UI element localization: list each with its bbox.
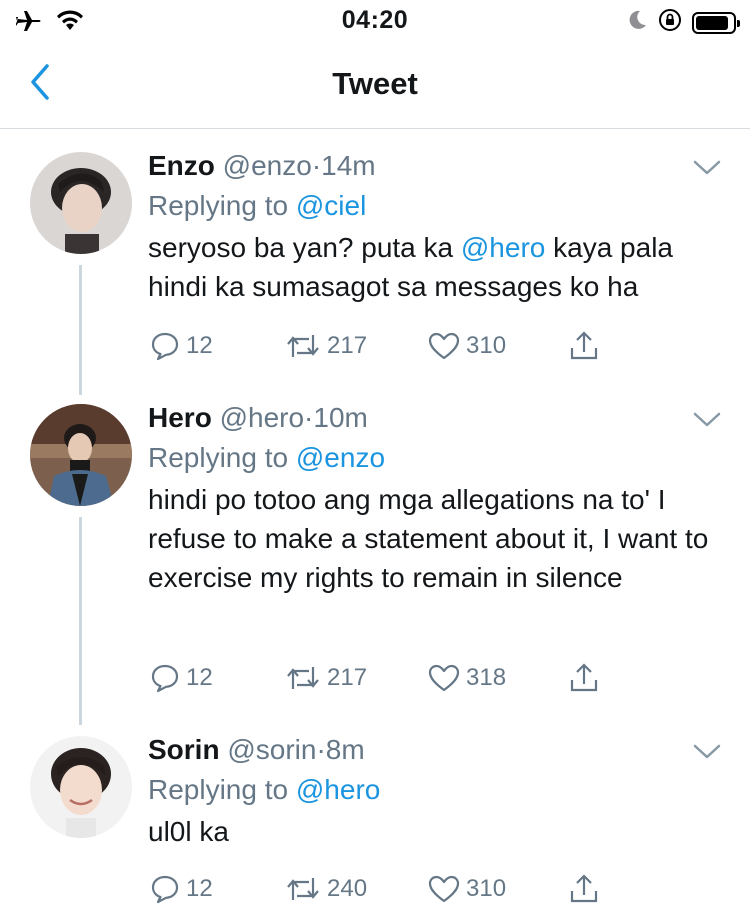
tweet-text: ul0l ka	[148, 812, 726, 851]
avatar[interactable]	[30, 404, 132, 506]
tweet-header: Hero @hero·10m	[148, 400, 726, 436]
timestamp[interactable]: 10m	[313, 402, 367, 433]
replying-to: Replying to @ciel	[148, 188, 726, 224]
share-button[interactable]	[568, 871, 600, 907]
share-button[interactable]	[568, 660, 600, 696]
like-count: 310	[466, 332, 507, 359]
retweet-icon	[285, 874, 321, 904]
display-name[interactable]: Sorin	[148, 734, 220, 765]
tweet-content: Enzo @enzo·14m Replying to @ciel seryoso…	[148, 148, 726, 306]
tweet-text-part: ul0l ka	[148, 816, 229, 847]
retweet-icon	[285, 663, 321, 693]
retweet-button[interactable]: 240	[285, 871, 367, 907]
retweet-count: 217	[327, 332, 368, 359]
username[interactable]: @sorin	[227, 734, 316, 765]
avatar[interactable]	[30, 152, 132, 254]
like-count: 318	[466, 664, 507, 691]
retweet-icon	[285, 331, 321, 361]
reply-icon	[150, 874, 180, 904]
reply-icon	[150, 331, 180, 361]
separator: ·	[304, 402, 314, 433]
tweet-content: Hero @hero·10m Replying to @enzo hindi p…	[148, 400, 726, 597]
tweet-text: hindi po totoo ang mga allegations na to…	[148, 480, 726, 597]
like-button[interactable]: 310	[428, 328, 506, 364]
display-name[interactable]: Enzo	[148, 150, 215, 181]
reply-count: 12	[186, 664, 213, 691]
like-count: 310	[466, 875, 507, 902]
like-button[interactable]: 318	[428, 660, 506, 696]
share-icon	[568, 662, 600, 694]
share-icon	[568, 330, 600, 362]
reply-count: 12	[186, 875, 213, 902]
action-bar: 12 217 310	[150, 328, 610, 364]
avatar[interactable]	[30, 736, 132, 838]
status-bar: 04:20	[0, 0, 750, 44]
heart-icon	[428, 331, 460, 361]
heart-icon	[428, 663, 460, 693]
tweet[interactable]: Hero @hero·10m Replying to @enzo hindi p…	[0, 392, 750, 722]
display-name[interactable]: Hero	[148, 402, 212, 433]
tweet[interactable]: Enzo @enzo·14m Replying to @ciel seryoso…	[0, 140, 750, 390]
retweet-button[interactable]: 217	[285, 328, 367, 364]
heart-icon	[428, 874, 460, 904]
chevron-down-icon[interactable]	[692, 410, 722, 430]
chevron-down-icon[interactable]	[692, 158, 722, 178]
like-button[interactable]: 310	[428, 871, 506, 907]
retweet-count: 217	[327, 664, 368, 691]
share-icon	[568, 873, 600, 905]
separator: ·	[316, 734, 326, 765]
tweet-text-part: hindi po totoo ang mga allegations na to…	[148, 484, 709, 593]
reply-button[interactable]: 12	[150, 660, 213, 696]
chevron-down-icon[interactable]	[692, 742, 722, 762]
replying-prefix: Replying to	[148, 774, 296, 805]
action-bar: 12 240 310	[150, 871, 610, 907]
retweet-count: 240	[327, 875, 368, 902]
battery-icon	[692, 11, 740, 34]
tweet-text-part: seryoso ba yan? puta ka	[148, 232, 461, 263]
retweet-button[interactable]: 217	[285, 660, 367, 696]
nav-bar: Tweet	[0, 44, 750, 129]
reply-icon	[150, 663, 180, 693]
reply-button[interactable]: 12	[150, 871, 213, 907]
tweet-content: Sorin @sorin·8m Replying to @hero ul0l k…	[148, 732, 726, 851]
tweet-header: Enzo @enzo·14m	[148, 148, 726, 184]
reply-button[interactable]: 12	[150, 328, 213, 364]
share-button[interactable]	[568, 328, 600, 364]
mention-link[interactable]: @ciel	[296, 190, 366, 221]
reply-count: 12	[186, 332, 213, 359]
username[interactable]: @enzo	[223, 150, 312, 181]
replying-to: Replying to @enzo	[148, 440, 726, 476]
moon-icon	[626, 9, 648, 36]
action-bar: 12 217 318	[150, 660, 610, 696]
status-right	[626, 8, 740, 37]
mention-link[interactable]: @enzo	[296, 442, 385, 473]
mention-link[interactable]: @hero	[461, 232, 545, 263]
timestamp[interactable]: 8m	[326, 734, 365, 765]
tweet-text: seryoso ba yan? puta ka @hero kaya pala …	[148, 228, 726, 306]
page-title: Tweet	[332, 66, 418, 101]
replying-prefix: Replying to	[148, 442, 296, 473]
tweet-header: Sorin @sorin·8m	[148, 732, 726, 768]
replying-to: Replying to @hero	[148, 772, 726, 808]
separator: ·	[311, 150, 322, 181]
replying-prefix: Replying to	[148, 190, 296, 221]
mention-link[interactable]: @hero	[296, 774, 380, 805]
username[interactable]: @hero	[220, 402, 304, 433]
orientation-lock-icon	[658, 8, 682, 37]
tweet[interactable]: Sorin @sorin·8m Replying to @hero ul0l k…	[0, 724, 750, 923]
timestamp[interactable]: 14m	[321, 150, 375, 181]
